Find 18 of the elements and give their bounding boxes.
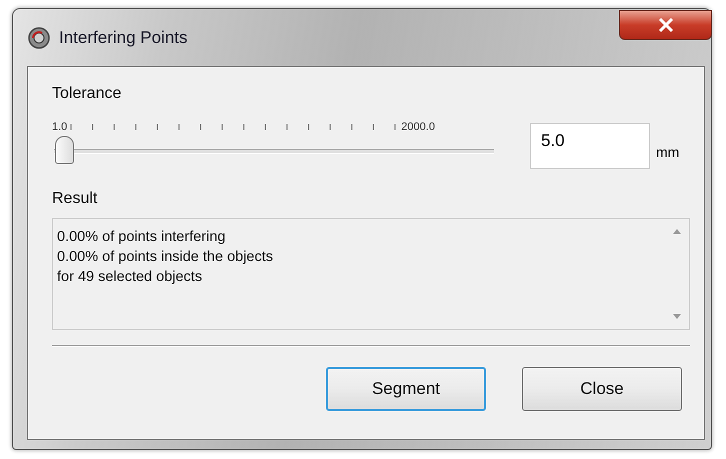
slider-max-label: 2000.0 — [401, 121, 435, 133]
window-title: Interfering Points — [59, 28, 188, 48]
scroll-up-icon[interactable] — [673, 229, 681, 234]
result-line: 0.00% of points inside the objects — [57, 248, 274, 267]
tolerance-label: Tolerance — [52, 85, 122, 103]
result-label: Result — [52, 190, 98, 208]
close-icon — [658, 18, 674, 32]
result-line: for 49 selected objects — [57, 268, 204, 287]
slider-thumb[interactable] — [54, 136, 74, 164]
app-icon — [27, 26, 51, 50]
unit-label: mm — [656, 144, 680, 160]
scroll-down-icon[interactable] — [673, 314, 681, 319]
close-button[interactable] — [619, 10, 712, 40]
dialog-button[interactable]: Close — [522, 367, 682, 411]
dialog-button[interactable]: Segment — [326, 367, 486, 411]
slider-min-label: 1.0 — [52, 121, 68, 133]
result-line: 0.00% of points interfering — [57, 228, 226, 247]
tolerance-field[interactable]: 5.0 — [530, 123, 650, 169]
